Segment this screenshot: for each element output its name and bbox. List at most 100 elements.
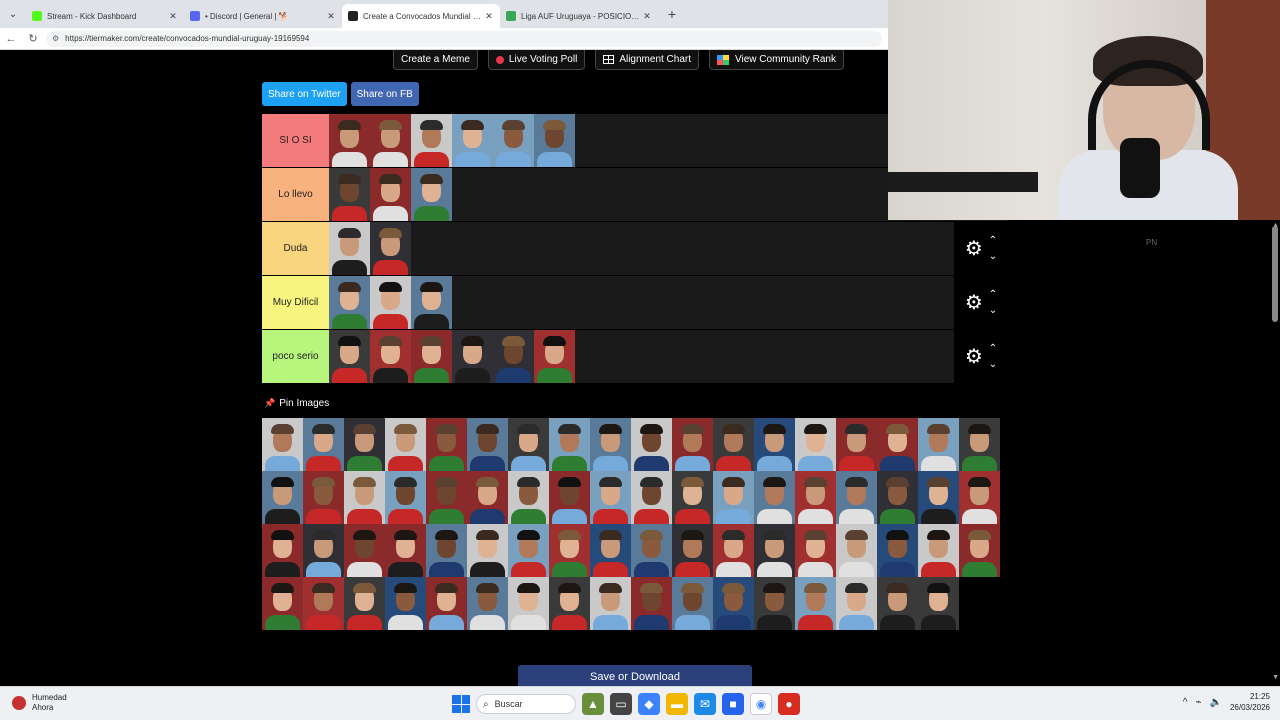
player-image[interactable] (754, 577, 795, 630)
player-image[interactable] (385, 577, 426, 630)
player-image[interactable] (754, 524, 795, 577)
player-image[interactable] (713, 524, 754, 577)
weather-widget[interactable]: Humedad Ahora (12, 693, 67, 713)
browser-tab[interactable]: • Discord | General | 🐕 ✕ (184, 4, 342, 28)
player-image[interactable] (385, 524, 426, 577)
player-image[interactable] (493, 330, 534, 383)
player-image[interactable] (959, 471, 1000, 524)
player-image[interactable] (370, 222, 411, 275)
player-image[interactable] (370, 330, 411, 383)
gear-icon[interactable]: ⚙ (965, 239, 983, 259)
player-image[interactable] (385, 471, 426, 524)
browser-tab[interactable]: Liga AUF Uruguaya - POSICIONES ✕ (500, 4, 658, 28)
player-image[interactable] (329, 330, 370, 383)
player-image[interactable] (426, 577, 467, 630)
player-image[interactable] (959, 418, 1000, 471)
player-image[interactable] (344, 471, 385, 524)
player-image[interactable] (411, 276, 452, 329)
chevron-up-icon[interactable]: ⌃ (989, 287, 997, 303)
app-icon[interactable]: ◆ (638, 693, 660, 715)
player-image[interactable] (262, 471, 303, 524)
tier-dropzone[interactable] (329, 222, 954, 275)
player-image[interactable] (672, 418, 713, 471)
store-icon[interactable]: ■ (722, 693, 744, 715)
player-image[interactable] (877, 577, 918, 630)
player-image[interactable] (467, 418, 508, 471)
player-image[interactable] (713, 577, 754, 630)
top-button[interactable]: Create a Meme (393, 50, 478, 70)
player-image[interactable] (918, 471, 959, 524)
clock[interactable]: 21:25 26/03/2026 (1230, 691, 1270, 713)
player-image[interactable] (452, 330, 493, 383)
taskbar-search[interactable]: ⌕ Buscar (476, 694, 576, 714)
player-image[interactable] (426, 524, 467, 577)
player-image[interactable] (467, 524, 508, 577)
player-image[interactable] (877, 471, 918, 524)
player-image[interactable] (590, 418, 631, 471)
player-image[interactable] (508, 577, 549, 630)
url-field[interactable]: ⚙ https://tiermaker.com/create/convocado… (46, 30, 882, 47)
player-image[interactable] (631, 418, 672, 471)
player-image[interactable] (918, 418, 959, 471)
chevron-up-icon[interactable]: ⌃ (989, 233, 997, 249)
player-image[interactable] (303, 471, 344, 524)
player-image[interactable] (836, 524, 877, 577)
player-image[interactable] (426, 471, 467, 524)
player-image[interactable] (385, 418, 426, 471)
tier-dropzone[interactable] (329, 168, 954, 221)
tier-label[interactable]: Duda (262, 222, 329, 275)
player-image[interactable] (836, 577, 877, 630)
task-view-icon[interactable]: ▭ (610, 693, 632, 715)
player-image[interactable] (370, 168, 411, 221)
player-image[interactable] (329, 168, 370, 221)
gear-icon[interactable]: ⚙ (965, 347, 983, 367)
top-button[interactable]: View Community Rank (709, 50, 844, 70)
tab-close-icon[interactable]: ✕ (642, 11, 652, 22)
top-button[interactable]: Alignment Chart (595, 50, 700, 70)
tier-dropzone[interactable] (329, 276, 954, 329)
player-image[interactable] (713, 418, 754, 471)
player-image[interactable] (549, 418, 590, 471)
obs-icon[interactable]: ● (778, 693, 800, 715)
player-image[interactable] (329, 222, 370, 275)
player-image[interactable] (713, 471, 754, 524)
player-image[interactable] (344, 418, 385, 471)
site-info-icon[interactable]: ⚙ (52, 34, 59, 43)
player-image[interactable] (836, 418, 877, 471)
player-image[interactable] (508, 471, 549, 524)
player-image[interactable] (631, 524, 672, 577)
player-image[interactable] (836, 471, 877, 524)
player-image[interactable] (262, 577, 303, 630)
tab-list-icon[interactable]: ⌄ (0, 0, 26, 28)
player-image[interactable] (549, 577, 590, 630)
windows-start-icon[interactable] (452, 695, 470, 713)
player-image[interactable] (329, 114, 370, 167)
chevron-down-icon[interactable]: ⌄ (989, 249, 997, 265)
player-image[interactable] (467, 577, 508, 630)
player-image[interactable] (508, 524, 549, 577)
network-icon[interactable]: ⌁ (1195, 697, 1201, 708)
player-image[interactable] (411, 114, 452, 167)
player-image[interactable] (426, 418, 467, 471)
mail-icon[interactable]: ✉ (694, 693, 716, 715)
player-image[interactable] (918, 524, 959, 577)
player-image[interactable] (303, 418, 344, 471)
player-image[interactable] (303, 524, 344, 577)
tray-chevron-icon[interactable]: ^ (1183, 697, 1188, 708)
file-explorer-icon[interactable]: ▬ (666, 693, 688, 715)
player-image[interactable] (262, 418, 303, 471)
back-icon[interactable]: ← (0, 33, 22, 45)
player-image[interactable] (590, 471, 631, 524)
save-download-button[interactable]: Save or Download (518, 665, 752, 686)
reload-icon[interactable]: ↻ (22, 32, 44, 45)
player-image[interactable] (672, 577, 713, 630)
player-image[interactable] (534, 330, 575, 383)
tier-label[interactable]: Muy Dificil (262, 276, 329, 329)
chevron-down-icon[interactable]: ⌄ (989, 303, 997, 319)
tier-label[interactable]: poco serio (262, 330, 329, 383)
player-image[interactable] (344, 524, 385, 577)
browser-tab[interactable]: Stream - Kick Dashboard ✕ (26, 4, 184, 28)
player-image[interactable] (959, 524, 1000, 577)
player-image[interactable] (508, 418, 549, 471)
player-image[interactable] (877, 524, 918, 577)
